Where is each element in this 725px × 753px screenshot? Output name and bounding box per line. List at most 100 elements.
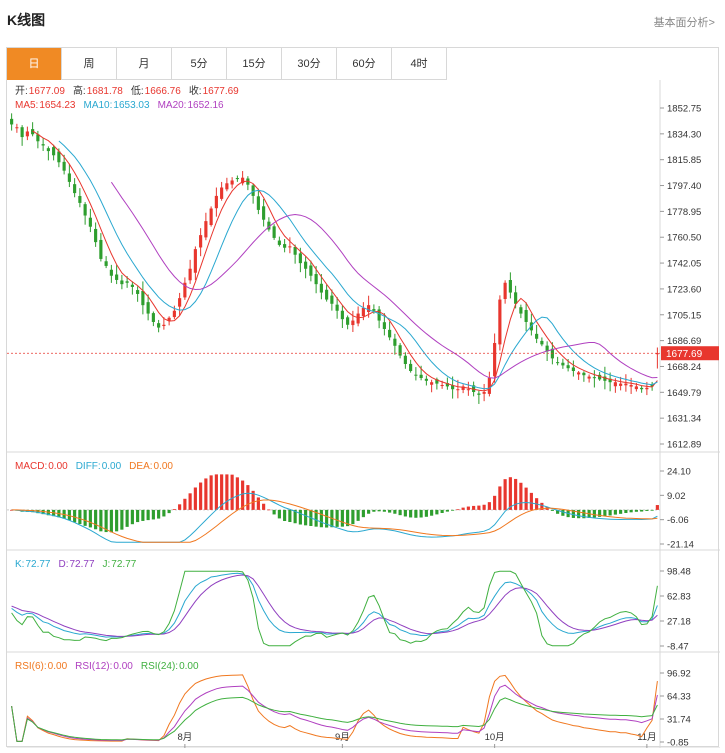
candle-body[interactable] bbox=[94, 228, 98, 243]
candle-body[interactable] bbox=[440, 385, 444, 387]
candle-body[interactable] bbox=[592, 377, 596, 379]
kline-chart-svg[interactable]: 1852.75 1834.30 1815.85 1797.40 1778.95 1760.… bbox=[7, 80, 720, 749]
candle-body[interactable] bbox=[319, 283, 323, 293]
candle-body[interactable] bbox=[493, 342, 497, 377]
candle-body[interactable] bbox=[288, 246, 292, 248]
candle-body[interactable] bbox=[561, 362, 565, 366]
candle-body[interactable] bbox=[136, 290, 140, 294]
candle-body[interactable] bbox=[556, 362, 560, 364]
candle-body[interactable] bbox=[78, 196, 82, 203]
candle-body[interactable] bbox=[157, 323, 161, 328]
candle-body[interactable] bbox=[577, 372, 581, 375]
candle-body[interactable] bbox=[409, 363, 413, 372]
candle-body[interactable] bbox=[382, 322, 386, 329]
tab-5min[interactable]: 5分 bbox=[172, 48, 227, 80]
candle-body[interactable] bbox=[99, 239, 103, 259]
candle-body[interactable] bbox=[88, 217, 92, 227]
candle-body[interactable] bbox=[587, 376, 591, 379]
candle-body[interactable] bbox=[25, 131, 29, 137]
candle-body[interactable] bbox=[477, 393, 481, 395]
candle-body[interactable] bbox=[214, 195, 218, 209]
candle-body[interactable] bbox=[104, 261, 108, 266]
candle-body[interactable] bbox=[162, 324, 166, 327]
candle-body[interactable] bbox=[15, 127, 19, 129]
chart-area[interactable]: 1852.75 1834.30 1815.85 1797.40 1778.95 1760.… bbox=[7, 80, 720, 749]
candle-body[interactable] bbox=[130, 284, 134, 287]
candle-body[interactable] bbox=[403, 355, 407, 364]
candle-body[interactable] bbox=[204, 221, 208, 238]
tab-60min[interactable]: 60分 bbox=[337, 48, 392, 80]
candle-body[interactable] bbox=[498, 299, 502, 345]
candle-body[interactable] bbox=[356, 313, 360, 324]
candle-body[interactable] bbox=[335, 304, 339, 311]
candle-body[interactable] bbox=[613, 382, 617, 387]
candle-body[interactable] bbox=[361, 307, 365, 317]
candle-body[interactable] bbox=[624, 383, 628, 386]
candle-body[interactable] bbox=[41, 144, 45, 146]
candle-body[interactable] bbox=[640, 387, 644, 390]
candle-body[interactable] bbox=[67, 173, 71, 182]
candle-body[interactable] bbox=[645, 387, 649, 390]
candle-body[interactable] bbox=[325, 289, 329, 300]
candle-body[interactable] bbox=[272, 226, 276, 238]
candle-body[interactable] bbox=[20, 127, 24, 138]
tab-month[interactable]: 月 bbox=[117, 48, 172, 80]
candle-body[interactable] bbox=[629, 385, 633, 387]
candle-body[interactable] bbox=[73, 184, 77, 194]
candle-body[interactable] bbox=[466, 389, 470, 391]
candle-body[interactable] bbox=[524, 310, 528, 322]
candle-body[interactable] bbox=[430, 382, 434, 385]
candle-body[interactable] bbox=[634, 386, 638, 390]
candle-body[interactable] bbox=[314, 274, 318, 285]
candle-body[interactable] bbox=[582, 372, 586, 376]
candle-body[interactable] bbox=[330, 295, 334, 304]
candle-body[interactable] bbox=[209, 208, 213, 226]
tab-week[interactable]: 周 bbox=[62, 48, 117, 80]
candle-body[interactable] bbox=[46, 148, 50, 152]
candle-body[interactable] bbox=[393, 338, 397, 346]
candle-body[interactable] bbox=[351, 320, 355, 326]
candle-body[interactable] bbox=[225, 183, 229, 190]
candle-body[interactable] bbox=[482, 392, 486, 394]
candle-body[interactable] bbox=[10, 118, 14, 125]
candle-body[interactable] bbox=[220, 187, 224, 199]
candle-body[interactable] bbox=[304, 261, 308, 269]
candle-body[interactable] bbox=[372, 309, 376, 311]
candle-body[interactable] bbox=[256, 196, 260, 210]
candle-body[interactable] bbox=[309, 265, 313, 276]
candle-body[interactable] bbox=[619, 383, 623, 386]
candle-body[interactable] bbox=[151, 313, 155, 322]
candle-body[interactable] bbox=[340, 310, 344, 320]
tab-15min[interactable]: 15分 bbox=[227, 48, 282, 80]
candle-body[interactable] bbox=[298, 253, 302, 264]
candle-body[interactable] bbox=[398, 345, 402, 356]
fundamental-analysis-link[interactable]: 基本面分析> bbox=[654, 14, 715, 30]
tab-day[interactable]: 日 bbox=[7, 48, 62, 80]
candle-body[interactable] bbox=[367, 305, 371, 312]
candle-body[interactable] bbox=[293, 246, 297, 255]
candle-body[interactable] bbox=[514, 292, 518, 304]
candle-body[interactable] bbox=[346, 317, 350, 325]
candle-body[interactable] bbox=[125, 281, 129, 283]
candle-body[interactable] bbox=[540, 340, 544, 345]
candle-body[interactable] bbox=[109, 269, 113, 276]
candle-body[interactable] bbox=[120, 280, 124, 285]
candle-body[interactable] bbox=[487, 378, 491, 394]
candle-body[interactable] bbox=[115, 274, 119, 280]
candle-body[interactable] bbox=[508, 280, 512, 293]
candle-body[interactable] bbox=[178, 298, 182, 307]
candle-body[interactable] bbox=[62, 161, 66, 171]
candle-body[interactable] bbox=[52, 147, 56, 156]
candle-body[interactable] bbox=[571, 367, 575, 372]
candle-body[interactable] bbox=[283, 244, 287, 248]
candle-body[interactable] bbox=[519, 307, 523, 314]
candle-body[interactable] bbox=[388, 329, 392, 338]
candle-body[interactable] bbox=[424, 378, 428, 381]
candle-body[interactable] bbox=[414, 374, 418, 376]
candle-body[interactable] bbox=[419, 374, 423, 379]
candle-body[interactable] bbox=[503, 282, 507, 299]
candle-body[interactable] bbox=[235, 178, 239, 180]
candle-body[interactable] bbox=[230, 180, 234, 185]
candle-body[interactable] bbox=[277, 240, 281, 245]
candle-body[interactable] bbox=[199, 235, 203, 248]
